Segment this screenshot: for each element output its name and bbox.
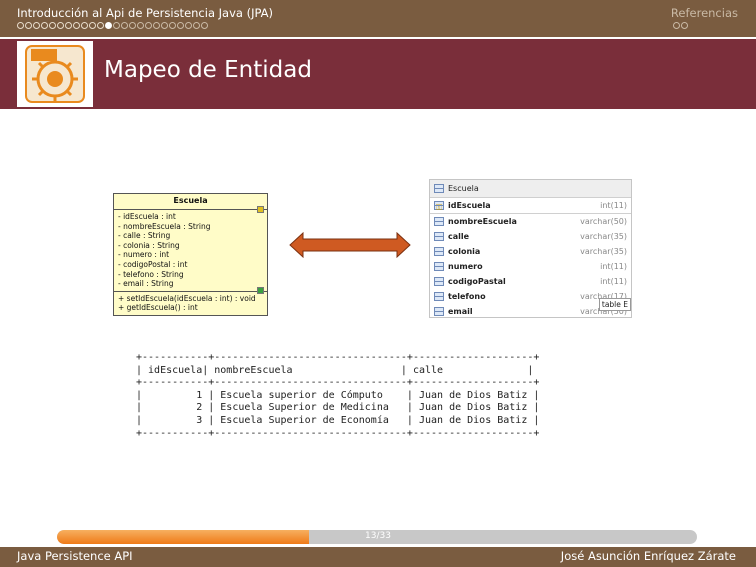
db-column-type: varchar(35) bbox=[580, 232, 627, 241]
db-column-type: int(11) bbox=[600, 262, 627, 271]
slide-nav-dot[interactable] bbox=[81, 22, 88, 29]
slide-nav-dot[interactable] bbox=[113, 22, 120, 29]
header-bar: Introducción al Api de Persistencia Java… bbox=[0, 0, 756, 37]
column-icon bbox=[434, 262, 444, 271]
db-column-type: int(11) bbox=[600, 277, 627, 286]
slide-nav-dot[interactable] bbox=[673, 22, 680, 29]
slide-nav-dot[interactable] bbox=[137, 22, 144, 29]
sql-result-table: +-----------+---------------------------… bbox=[136, 352, 540, 439]
uml-class-box: Escuela - idEscuela : int - nombreEscuel… bbox=[113, 193, 268, 316]
column-icon bbox=[434, 247, 444, 256]
db-column-row[interactable]: nombreEscuela varchar(50) bbox=[430, 214, 631, 229]
slide-nav-dot[interactable] bbox=[17, 22, 24, 29]
db-column-row[interactable]: numero int(11) bbox=[430, 259, 631, 274]
slide-nav-dot[interactable] bbox=[25, 22, 32, 29]
slide-nav-dot[interactable] bbox=[65, 22, 72, 29]
db-table-name: Escuela bbox=[448, 184, 479, 193]
uml-attribute: - nombreEscuela : String bbox=[118, 221, 211, 231]
db-column-row[interactable]: colonia varchar(35) bbox=[430, 244, 631, 259]
slide-nav-dot[interactable] bbox=[193, 22, 200, 29]
footer-bar: Java Persistence API José Asunción Enríq… bbox=[0, 547, 756, 567]
slide-nav-dots bbox=[17, 22, 208, 31]
table-tooltip: table E bbox=[598, 298, 631, 311]
db-column-name: colonia bbox=[448, 247, 481, 256]
double-arrow-icon bbox=[289, 232, 411, 258]
uml-operations: + setIdEscuela(idEscuela : int) : void +… bbox=[114, 292, 267, 315]
slide-nav-dot[interactable] bbox=[185, 22, 192, 29]
uml-attribute: - numero : int bbox=[118, 250, 170, 260]
footer-author: José Asunción Enríquez Zárate bbox=[560, 549, 736, 563]
uml-operation: + setIdEscuela(idEscuela : int) : void bbox=[118, 293, 256, 303]
uml-attributes: - idEscuela : int - nombreEscuela : Stri… bbox=[114, 210, 267, 292]
slide-nav-dot[interactable] bbox=[161, 22, 168, 29]
slide-nav-dot[interactable] bbox=[33, 22, 40, 29]
db-column-name: telefono bbox=[448, 292, 486, 301]
db-column-name: idEscuela bbox=[448, 201, 491, 210]
db-table-header: Escuela bbox=[430, 180, 631, 198]
slide-nav-dot[interactable] bbox=[97, 22, 104, 29]
page-number: 13/33 bbox=[365, 531, 391, 541]
slide-nav-dot[interactable] bbox=[121, 22, 128, 29]
db-table-panel: Escuela ⚿ idEscuela int(11) nombreEscuel… bbox=[429, 179, 632, 318]
slide-nav-dot[interactable] bbox=[49, 22, 56, 29]
slide-nav-dot[interactable] bbox=[129, 22, 136, 29]
uml-attribute: - idEscuela : int bbox=[118, 212, 176, 221]
db-column-type: varchar(35) bbox=[580, 247, 627, 256]
db-column-name: nombreEscuela bbox=[448, 217, 517, 226]
ipn-logo bbox=[17, 41, 93, 107]
db-column-name: calle bbox=[448, 232, 470, 241]
slide-nav-dot[interactable] bbox=[169, 22, 176, 29]
db-column-type: int(11) bbox=[600, 201, 627, 210]
slide-nav-dot[interactable] bbox=[105, 22, 112, 29]
slide-nav-dot[interactable] bbox=[57, 22, 64, 29]
column-icon bbox=[434, 292, 444, 301]
uml-anchor-icon bbox=[257, 287, 264, 294]
db-column-row[interactable]: calle varchar(35) bbox=[430, 229, 631, 244]
uml-attribute: - calle : String bbox=[118, 231, 171, 241]
ipn-seal-icon bbox=[25, 45, 85, 103]
slide-nav-dot[interactable] bbox=[41, 22, 48, 29]
uml-attribute: - email : String bbox=[118, 279, 174, 289]
slide-title: Mapeo de Entidad bbox=[104, 57, 312, 83]
column-icon bbox=[434, 217, 444, 226]
column-icon bbox=[434, 277, 444, 286]
db-column-row[interactable]: codigoPastal int(11) bbox=[430, 274, 631, 289]
slide-nav-dot[interactable] bbox=[681, 22, 688, 29]
slide-nav-dot[interactable] bbox=[89, 22, 96, 29]
footer-title: Java Persistence API bbox=[17, 549, 133, 563]
uml-anchor-icon bbox=[257, 206, 264, 213]
primary-key-icon: ⚿ bbox=[434, 201, 444, 212]
uml-attribute: - colonia : String bbox=[118, 240, 180, 250]
column-icon bbox=[434, 232, 444, 241]
references-nav-dots bbox=[673, 22, 688, 31]
uml-class-name: Escuela bbox=[114, 194, 267, 210]
slide-nav-dot[interactable] bbox=[177, 22, 184, 29]
slide-nav-dot[interactable] bbox=[73, 22, 80, 29]
section-title-link[interactable]: Introducción al Api de Persistencia Java… bbox=[17, 6, 273, 20]
db-column-name: numero bbox=[448, 262, 483, 271]
column-icon bbox=[434, 307, 444, 316]
references-section-link[interactable]: Referencias bbox=[671, 6, 738, 20]
uml-attribute: - telefono : String bbox=[118, 269, 184, 279]
db-column-name: codigoPastal bbox=[448, 277, 506, 286]
slide-nav-dot[interactable] bbox=[153, 22, 160, 29]
slide-nav-dot[interactable] bbox=[201, 22, 208, 29]
table-icon bbox=[434, 184, 444, 193]
db-column-row[interactable]: ⚿ idEscuela int(11) bbox=[430, 198, 631, 214]
db-column-type: varchar(50) bbox=[580, 217, 627, 226]
uml-attribute: - codigoPostal : int bbox=[118, 259, 188, 269]
db-column-name: email bbox=[448, 307, 473, 316]
slide-nav-dot[interactable] bbox=[145, 22, 152, 29]
uml-operation: + getIdEscuela() : int bbox=[118, 303, 198, 313]
